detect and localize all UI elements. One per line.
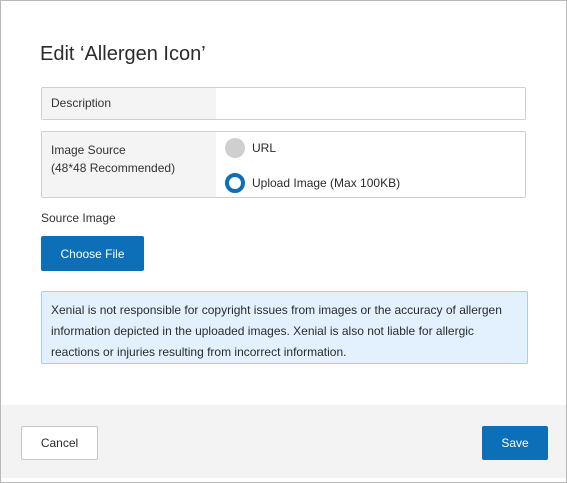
cancel-button[interactable]: Cancel bbox=[21, 426, 98, 460]
image-source-label: Image Source (48*48 Recommended) bbox=[42, 132, 216, 197]
description-label: Description bbox=[42, 88, 216, 119]
disclaimer-notice: Xenial is not responsible for copyright … bbox=[41, 291, 528, 364]
radio-url[interactable]: URL bbox=[225, 138, 276, 158]
radio-url-label: URL bbox=[252, 141, 277, 155]
description-input[interactable] bbox=[216, 88, 525, 119]
image-source-row: Image Source (48*48 Recommended) URL Upl… bbox=[41, 131, 526, 198]
image-source-label-title: Image Source bbox=[51, 143, 126, 157]
save-button[interactable]: Save bbox=[482, 426, 548, 460]
choose-file-button[interactable]: Choose File bbox=[41, 236, 144, 271]
dialog-footer: Cancel Save bbox=[1, 405, 566, 478]
source-image-label: Source Image bbox=[41, 211, 116, 225]
edit-allergen-icon-dialog: Edit ‘Allergen Icon’ Description Image S… bbox=[0, 0, 567, 483]
radio-unselected-icon[interactable] bbox=[225, 138, 245, 158]
radio-upload-image-label: Upload Image (Max 100KB) bbox=[252, 176, 401, 190]
radio-selected-icon[interactable] bbox=[225, 173, 245, 193]
description-row: Description bbox=[41, 87, 526, 120]
image-source-label-hint: (48*48 Recommended) bbox=[51, 161, 176, 175]
dialog-title: Edit ‘Allergen Icon’ bbox=[40, 43, 206, 65]
radio-upload-image[interactable]: Upload Image (Max 100KB) bbox=[225, 173, 400, 193]
